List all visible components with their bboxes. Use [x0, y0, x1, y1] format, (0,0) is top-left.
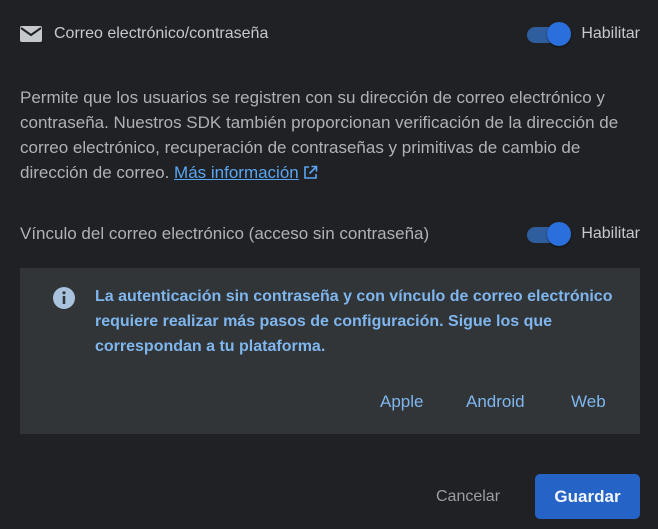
email-link-title: Vínculo del correo electrónico (acceso s… [20, 224, 430, 243]
passwordless-info-box: La autenticación sin contraseña y con ví… [20, 268, 640, 434]
platform-links: Apple Android Web [20, 392, 640, 416]
email-link-enable-toggle[interactable] [525, 221, 572, 247]
email-link-enable-label: Habilitar [581, 225, 640, 242]
email-password-enable-toggle[interactable] [525, 21, 572, 47]
email-password-enable-group: Habilitar [525, 21, 640, 47]
description-text: Permite que los usuarios se registren co… [20, 88, 619, 182]
platform-link-apple[interactable]: Apple [380, 392, 423, 412]
mail-icon [20, 26, 42, 42]
email-link-row: Vínculo del correo electrónico (acceso s… [20, 220, 640, 248]
info-icon [52, 286, 76, 310]
save-button[interactable]: Guardar [535, 474, 640, 519]
toggle-thumb [547, 22, 572, 46]
email-password-row: Correo electrónico/contraseña Habilitar [20, 20, 640, 48]
email-password-enable-label: Habilitar [581, 25, 640, 42]
learn-more-link[interactable]: Más información [174, 163, 299, 182]
platform-link-web[interactable]: Web [571, 392, 606, 412]
toggle-thumb [547, 222, 572, 246]
email-link-enable-group: Habilitar [525, 221, 640, 247]
provider-description: Permite que los usuarios se registren co… [20, 85, 645, 185]
platform-link-android[interactable]: Android [466, 392, 525, 412]
sign-in-provider-panel: Correo electrónico/contraseña Habilitar … [0, 0, 658, 529]
cancel-button[interactable]: Cancelar [418, 476, 518, 518]
external-link-icon[interactable] [303, 162, 318, 179]
learn-more-label: Más información [174, 163, 299, 182]
email-password-title: Correo electrónico/contraseña [54, 25, 269, 42]
info-message: La autenticación sin contraseña y con ví… [95, 288, 613, 355]
